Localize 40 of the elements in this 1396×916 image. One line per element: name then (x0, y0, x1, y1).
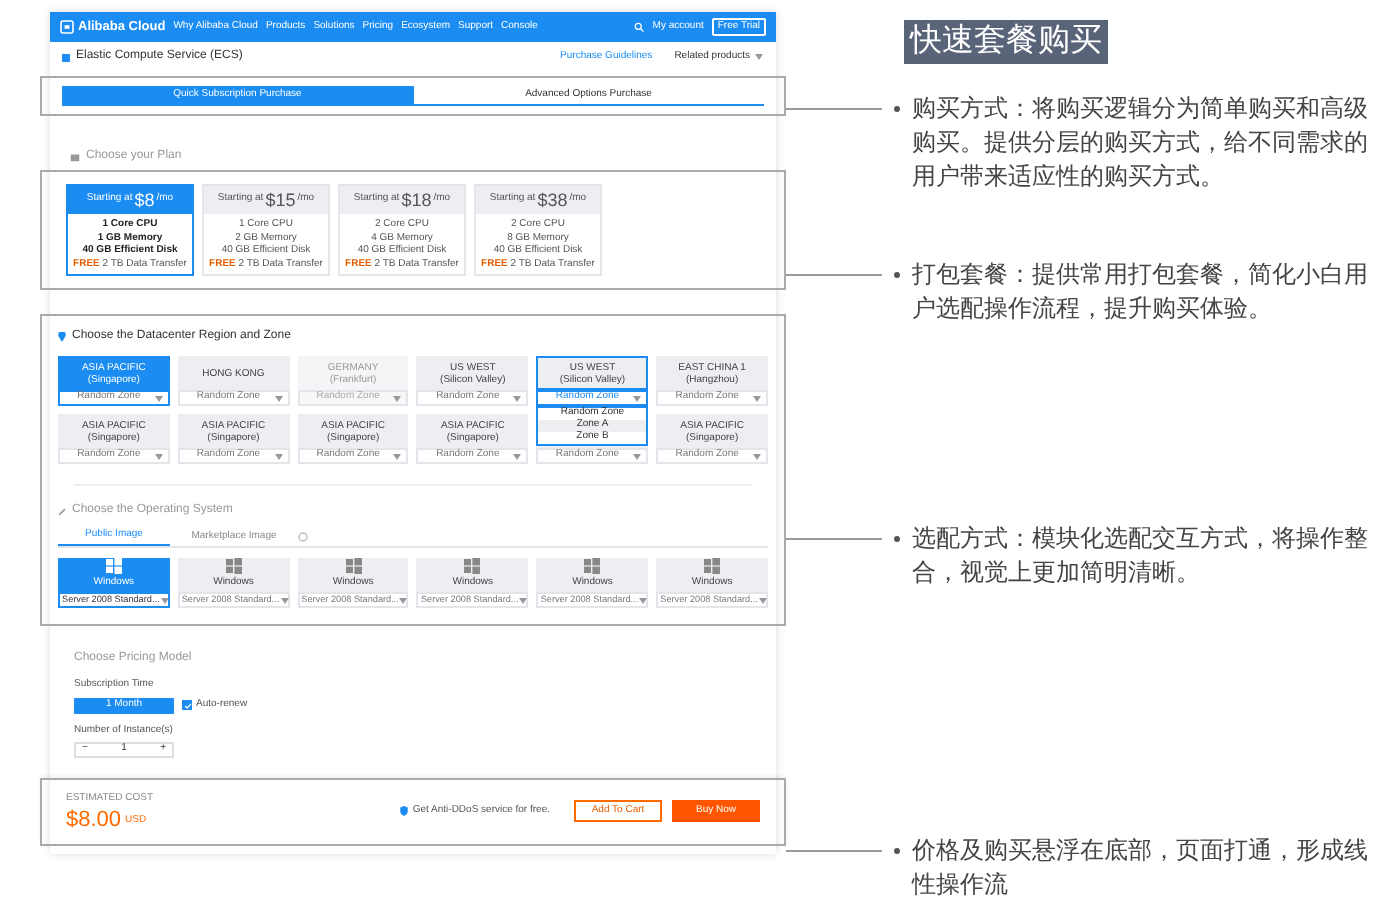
windows-icon (345, 558, 362, 575)
annotation-text: 打包套餐：提供常用打包套餐，简化小白用户选配操作流程，提升购买体验。 (912, 258, 1370, 326)
caret-icon (751, 395, 762, 401)
caret-icon (518, 597, 529, 603)
annotation-text: 价格及购买悬浮在底部，页面打通，形成线性操作流 (912, 834, 1370, 902)
caret-icon (153, 395, 164, 401)
caret-icon (398, 597, 409, 603)
caret-icon (392, 453, 403, 459)
windows-icon (225, 558, 242, 575)
caret-icon (754, 54, 764, 60)
annotation-title: 快速套餐购买 (904, 20, 1108, 64)
cost-value: $8.00 (66, 807, 122, 831)
product-icon (62, 53, 70, 61)
caret-icon (153, 453, 164, 459)
shield-icon (400, 806, 409, 817)
location-pin-icon (58, 332, 66, 342)
help-icon[interactable] (298, 532, 308, 542)
search-icon[interactable] (634, 22, 645, 32)
auto-renew-checkbox[interactable] (182, 700, 192, 710)
link-icon (58, 507, 66, 515)
annotation-text: 选配方式：模块化选配交互方式，将操作整合，视觉上更加简明清晰。 (912, 522, 1370, 590)
caret-icon (632, 453, 643, 459)
caret-icon (273, 395, 284, 401)
caret-icon (638, 597, 649, 603)
caret-icon (273, 453, 284, 459)
windows-icon (704, 558, 721, 575)
windows-icon (584, 558, 601, 575)
plan-icon (70, 152, 80, 162)
logo-icon (60, 20, 74, 34)
windows-icon (105, 558, 122, 575)
caret-icon (751, 453, 762, 459)
caret-icon (512, 453, 523, 459)
caret-icon (512, 395, 523, 401)
windows-icon (464, 558, 481, 575)
caret-icon (279, 597, 290, 603)
caret-icon (632, 395, 643, 401)
annotation-text: 购买方式：将购买逻辑分为简单购买和高级购买。提供分层的购买方式，给不同需求的用户带来适应性的购买方式。 (912, 92, 1370, 194)
caret-icon (392, 395, 403, 401)
caret-icon (159, 597, 170, 603)
caret-icon (757, 597, 768, 603)
